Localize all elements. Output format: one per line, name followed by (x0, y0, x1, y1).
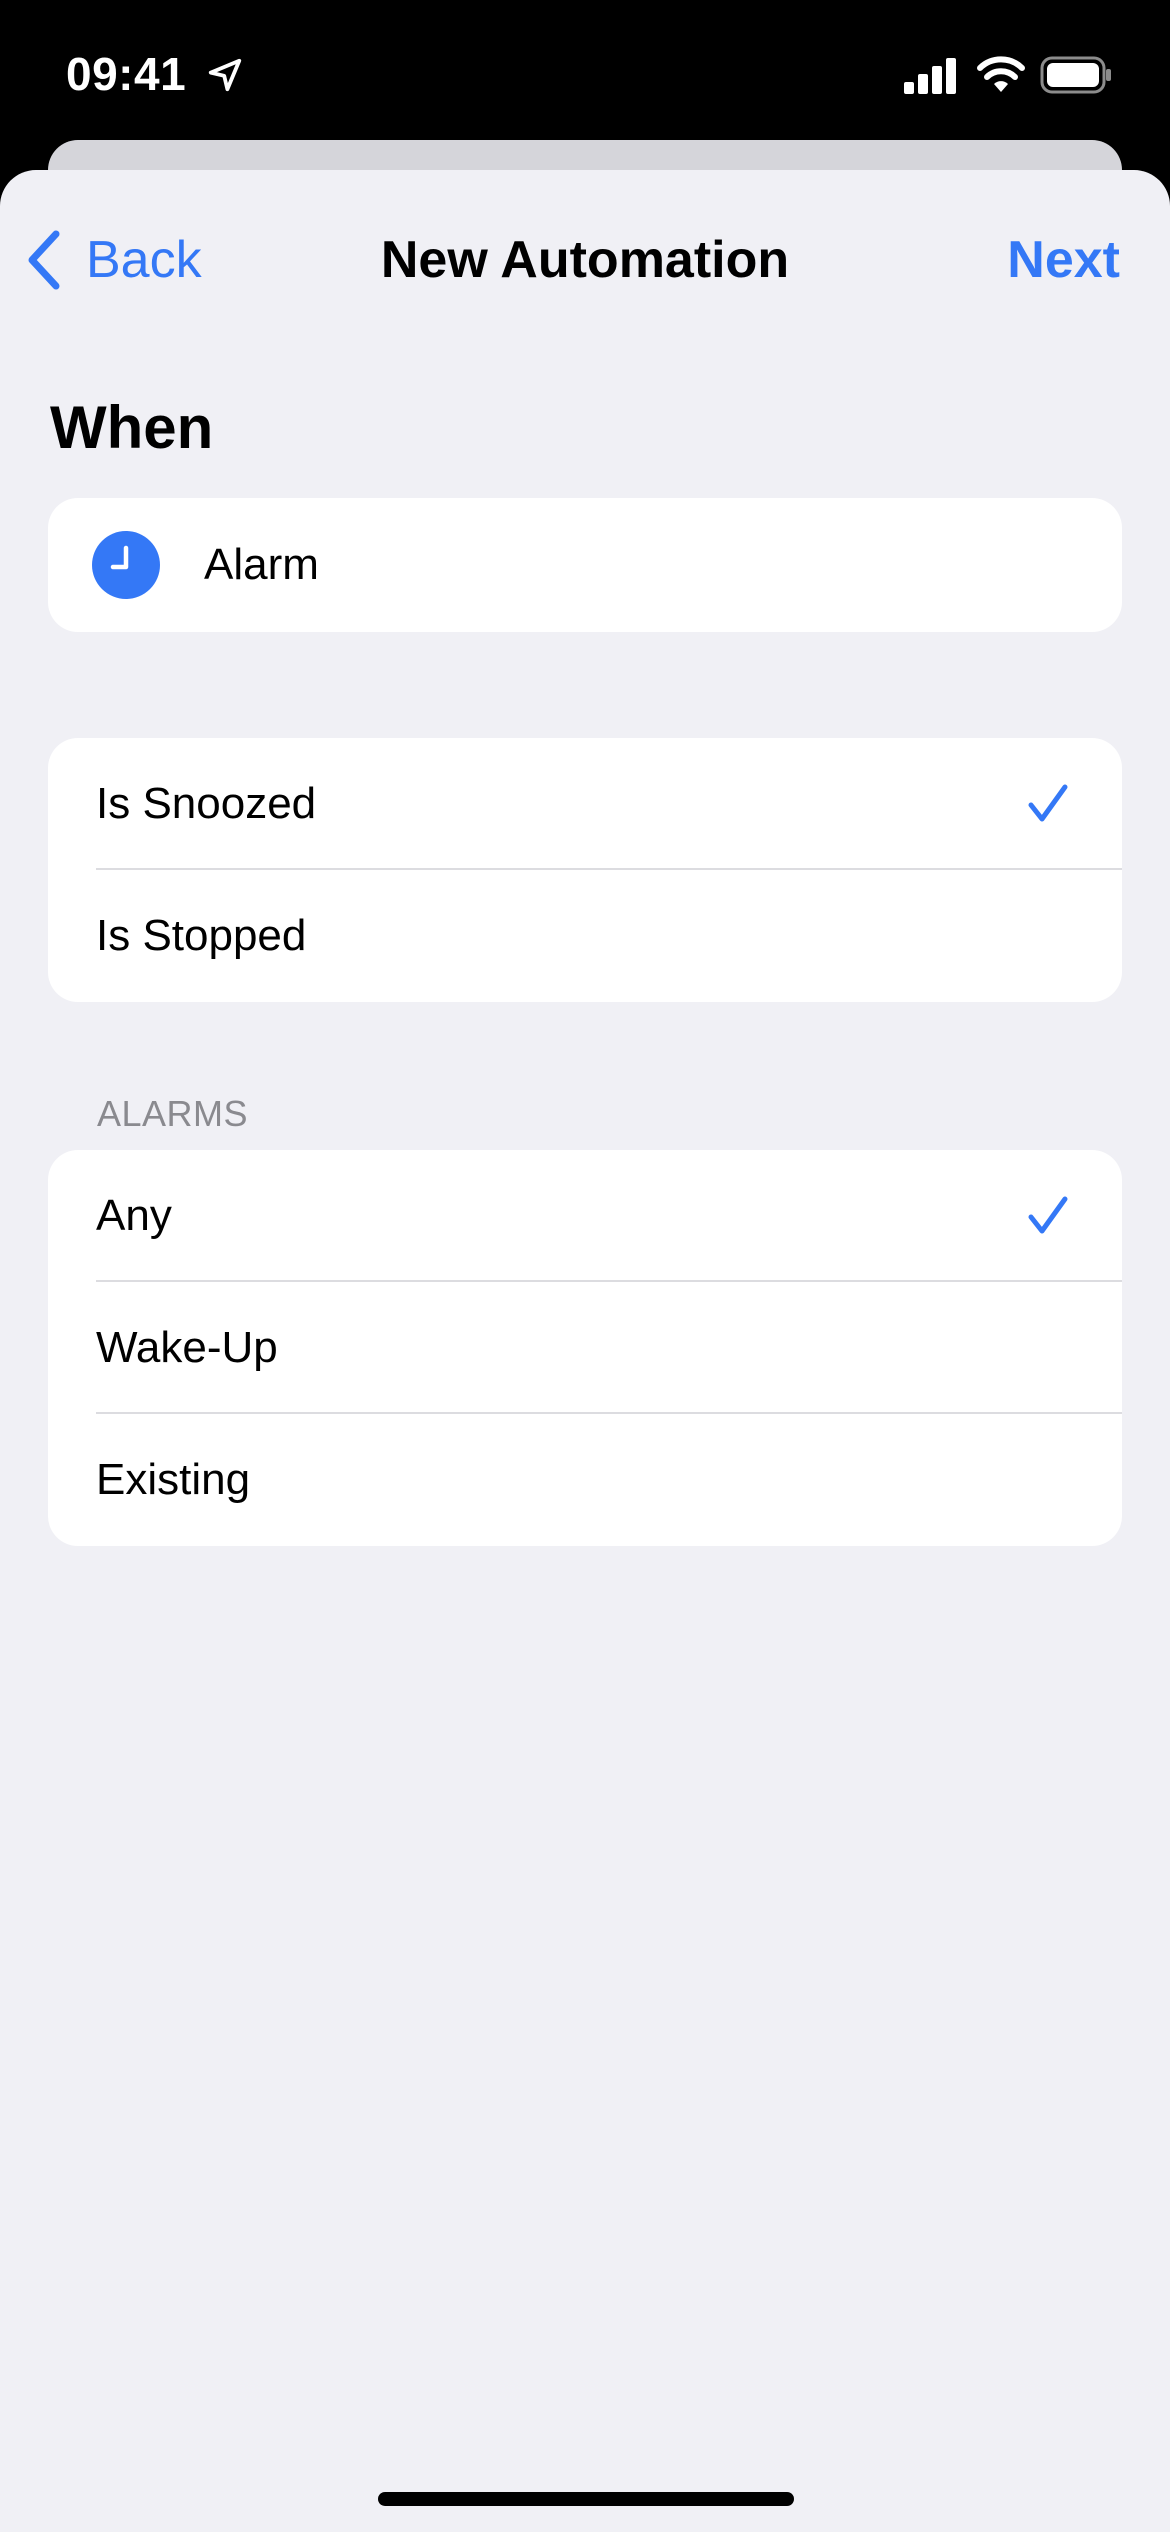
trigger-label: Alarm (204, 540, 319, 589)
next-button[interactable]: Next (1007, 220, 1120, 300)
alarm-option-wake-up[interactable]: Wake-Up (48, 1282, 1122, 1414)
option-is-snoozed[interactable]: Is Snoozed (48, 738, 1122, 870)
option-label: Wake-Up (96, 1323, 278, 1372)
chevron-left-icon (28, 230, 60, 290)
cellular-signal-icon (904, 58, 956, 94)
home-indicator[interactable] (378, 2492, 794, 2506)
alarm-option-any[interactable]: Any (48, 1150, 1122, 1282)
alarm-option-existing[interactable]: Existing (48, 1414, 1122, 1546)
battery-icon (1040, 56, 1111, 94)
option-label: Is Stopped (96, 911, 307, 960)
checkmark-icon (1028, 784, 1068, 822)
option-label: Is Snoozed (96, 779, 317, 828)
location-arrow-icon (208, 58, 242, 92)
alarms-section-header: ALARMS (97, 1093, 249, 1134)
automation-sheet: Back New Automation Next When Alarm Is S… (0, 170, 1170, 2532)
event-options-card: Is Snoozed Is Stopped (48, 738, 1122, 1002)
alarms-options-card: Any Wake-Up Existing (48, 1150, 1122, 1546)
back-button[interactable]: Back (24, 220, 202, 300)
checkmark-icon (1028, 1196, 1068, 1234)
back-button-label: Back (86, 231, 202, 289)
status-time: 09:41 (66, 48, 187, 100)
alarm-clock-icon (92, 531, 160, 599)
option-label: Any (96, 1191, 172, 1240)
trigger-card[interactable]: Alarm (48, 498, 1122, 632)
status-bar: 09:41 (0, 0, 1170, 140)
when-header: When (50, 394, 214, 461)
wifi-icon (977, 56, 1025, 92)
option-label: Existing (96, 1455, 251, 1504)
navigation-bar: Back New Automation Next (0, 170, 1170, 340)
trigger-row[interactable]: Alarm (48, 498, 1122, 632)
option-is-stopped[interactable]: Is Stopped (48, 870, 1122, 1002)
